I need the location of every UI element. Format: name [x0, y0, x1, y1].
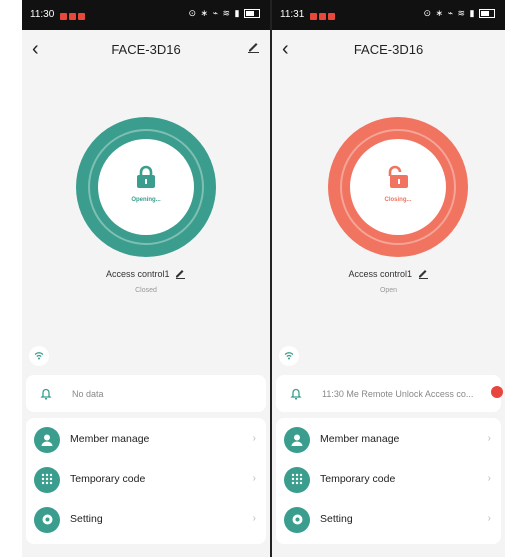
lock-state-label: Opening...	[131, 197, 161, 203]
menu-card: Member manage › Temporary code › Setting…	[26, 418, 266, 544]
nav-bar: ‹ FACE-3D16	[22, 30, 270, 70]
member-manage-item[interactable]: Member manage ›	[276, 420, 501, 460]
lock-open-icon	[388, 165, 408, 188]
chevron-right-icon: ›	[252, 513, 256, 524]
chevron-right-icon: ›	[487, 473, 491, 484]
system-icons: ⊙ ∗ ⌁ ≋ ▮	[189, 8, 260, 19]
menu-label: Temporary code	[70, 473, 146, 485]
bell-icon	[40, 387, 52, 405]
menu-card: Member manage › Temporary code › Setting…	[276, 418, 501, 544]
lock-toggle-button[interactable]: Closing...	[328, 117, 468, 257]
keypad-icon	[284, 467, 310, 493]
gear-icon	[284, 507, 310, 533]
bell-icon	[290, 387, 302, 405]
menu-label: Setting	[320, 513, 353, 525]
notification-text: 11:30 Me Remote Unlock Access co...	[322, 389, 474, 399]
device-name: Access control1	[348, 268, 412, 279]
rename-icon[interactable]	[175, 268, 186, 281]
chevron-right-icon: ›	[487, 513, 491, 524]
phone-screen-right: 11:31 ⊙ ∗ ⌁ ≋ ▮ ‹ FACE-3D16 Closing... A…	[272, 0, 505, 557]
temporary-code-item[interactable]: Temporary code ›	[276, 460, 501, 500]
notification-card[interactable]: 11:30 Me Remote Unlock Access co...	[276, 375, 503, 412]
user-icon	[34, 427, 60, 453]
status-bar: 11:30 ⊙ ∗ ⌁ ≋ ▮	[22, 0, 270, 30]
device-status: Open	[379, 287, 398, 294]
temporary-code-item[interactable]: Temporary code ›	[26, 460, 266, 500]
page-title: FACE-3D16	[111, 42, 181, 57]
lock-state-label: Closing...	[384, 197, 412, 203]
rename-icon[interactable]	[418, 268, 429, 281]
user-icon	[284, 427, 310, 453]
menu-label: Member manage	[320, 433, 400, 445]
setting-item[interactable]: Setting ›	[276, 500, 501, 540]
member-manage-item[interactable]: Member manage ›	[26, 420, 266, 460]
device-status: Closed	[135, 287, 157, 294]
edit-icon[interactable]	[247, 40, 260, 58]
wifi-icon	[29, 346, 49, 366]
lock-closed-icon	[137, 165, 155, 188]
page-title: FACE-3D16	[353, 42, 424, 57]
status-time: 11:30	[30, 9, 55, 20]
status-bar: 11:31 ⊙ ∗ ⌁ ≋ ▮	[272, 0, 505, 30]
lock-status-disc: Closing...	[350, 139, 446, 235]
lock-toggle-button[interactable]: Opening...	[76, 117, 216, 257]
notification-icons	[58, 11, 85, 22]
system-icons: ⊙ ∗ ⌁ ≋ ▮	[424, 8, 495, 19]
unread-badge	[491, 386, 503, 398]
menu-label: Setting	[70, 513, 103, 525]
chevron-right-icon: ›	[252, 433, 256, 444]
battery-icon	[244, 9, 260, 19]
chevron-right-icon: ›	[487, 433, 491, 444]
phone-screen-left: 11:30 ⊙ ∗ ⌁ ≋ ▮ ‹ FACE-3D16 Opening... A…	[22, 0, 270, 557]
menu-label: Member manage	[70, 433, 150, 445]
notification-icons	[308, 11, 335, 22]
status-time: 11:31	[280, 9, 305, 20]
device-name: Access control1	[105, 268, 170, 279]
gear-icon	[34, 507, 60, 533]
notification-text: No data	[72, 389, 104, 399]
nav-bar: ‹ FACE-3D16	[272, 30, 505, 70]
battery-icon	[479, 9, 495, 19]
notification-card[interactable]: No data	[26, 375, 266, 412]
lock-status-disc: Opening...	[98, 139, 194, 235]
chevron-right-icon: ›	[252, 473, 256, 484]
device-name-row: Access control1	[22, 268, 270, 281]
wifi-icon	[279, 346, 299, 366]
setting-item[interactable]: Setting ›	[26, 500, 266, 540]
menu-label: Temporary code	[320, 473, 396, 485]
keypad-icon	[34, 467, 60, 493]
device-name-row: Access control1	[272, 268, 505, 281]
